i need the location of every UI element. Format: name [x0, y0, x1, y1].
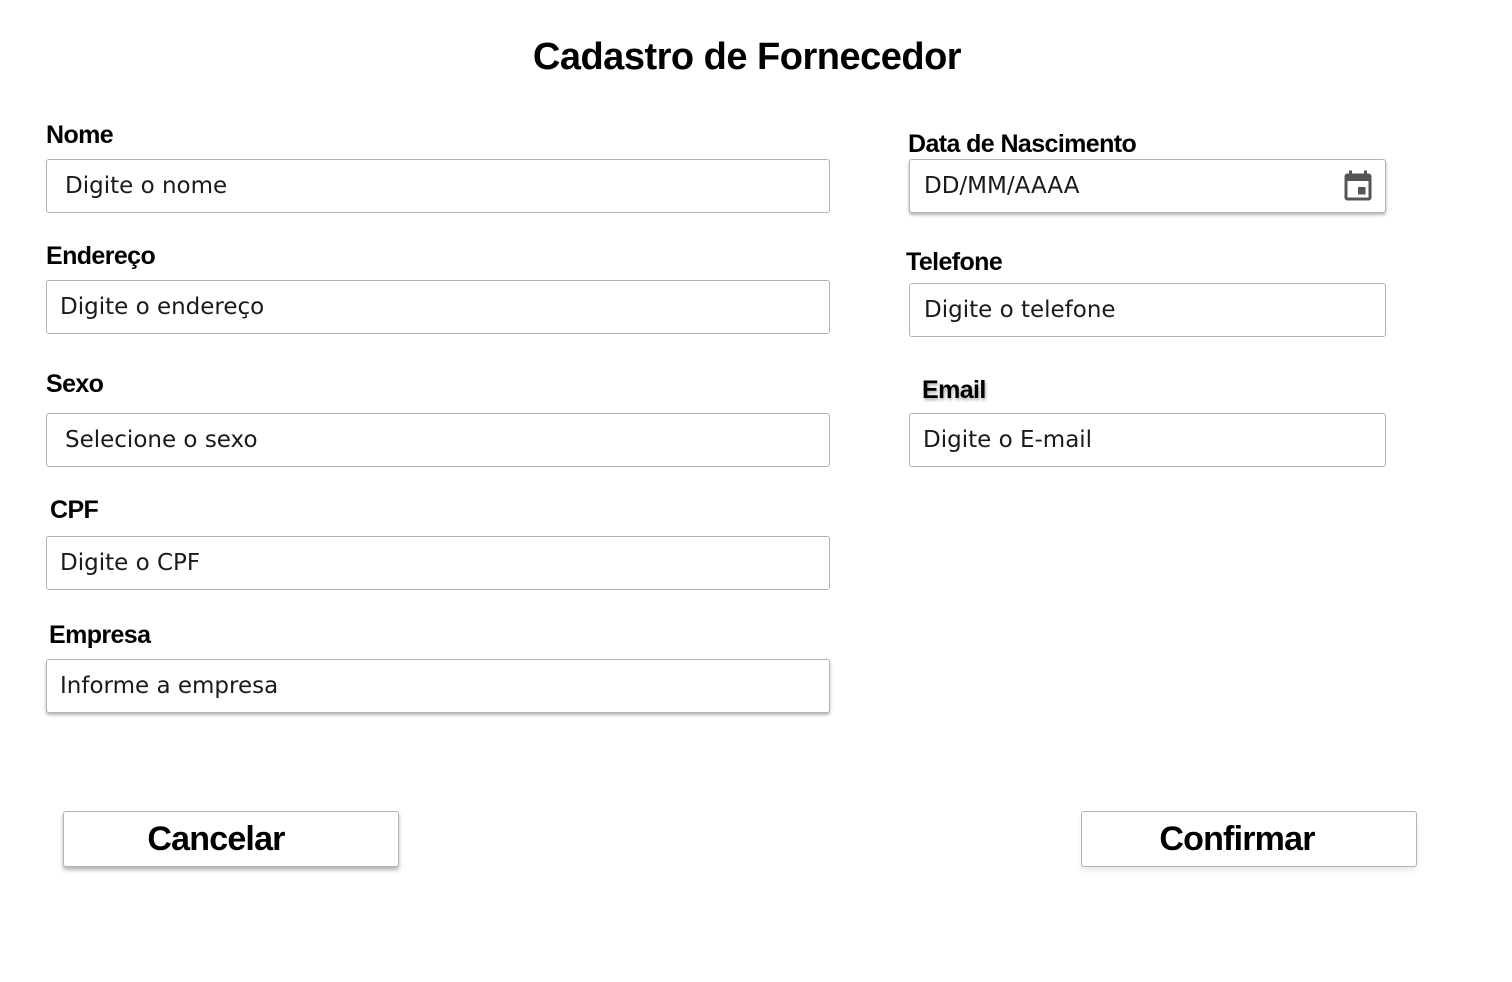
- email-placeholder: Digite o E-mail: [923, 427, 1093, 453]
- data-nascimento-label: Data de Nascimento: [908, 130, 1137, 158]
- nome-input[interactable]: Digite o nome: [46, 159, 830, 213]
- page-title: Cadastro de Fornecedor: [532, 36, 962, 78]
- endereco-input[interactable]: Digite o endereço: [46, 280, 830, 334]
- supplier-registration-page: Cadastro de Fornecedor Nome Digite o nom…: [0, 0, 1512, 982]
- telefone-label: Telefone: [906, 248, 1003, 276]
- telefone-input[interactable]: Digite o telefone: [909, 283, 1386, 337]
- confirm-button[interactable]: Confirmar: [1081, 811, 1417, 867]
- cancel-button[interactable]: Cancelar: [63, 811, 399, 867]
- sexo-placeholder: Selecione o sexo: [65, 427, 258, 453]
- cpf-placeholder: Digite o CPF: [60, 550, 201, 576]
- nome-placeholder: Digite o nome: [65, 173, 228, 199]
- telefone-placeholder: Digite o telefone: [924, 297, 1116, 323]
- cpf-label: CPF: [50, 496, 99, 524]
- data-nascimento-placeholder: DD/MM/AAAA: [924, 173, 1080, 199]
- data-nascimento-input[interactable]: DD/MM/AAAA: [909, 159, 1386, 213]
- sexo-select[interactable]: Selecione o sexo: [46, 413, 830, 467]
- empresa-placeholder: Informe a empresa: [60, 673, 279, 699]
- cancel-button-label: Cancelar: [147, 819, 285, 858]
- empresa-input[interactable]: Informe a empresa: [46, 659, 830, 713]
- endereco-label: Endereço: [46, 242, 156, 270]
- confirm-button-label: Confirmar: [1159, 819, 1315, 858]
- endereco-placeholder: Digite o endereço: [60, 294, 265, 320]
- empresa-label: Empresa: [49, 621, 151, 649]
- cpf-input[interactable]: Digite o CPF: [46, 536, 830, 590]
- email-label: Email: [922, 376, 986, 404]
- sexo-label: Sexo: [46, 370, 104, 398]
- email-input[interactable]: Digite o E-mail: [909, 413, 1386, 467]
- calendar-icon[interactable]: [1340, 169, 1376, 205]
- nome-label: Nome: [46, 121, 114, 149]
